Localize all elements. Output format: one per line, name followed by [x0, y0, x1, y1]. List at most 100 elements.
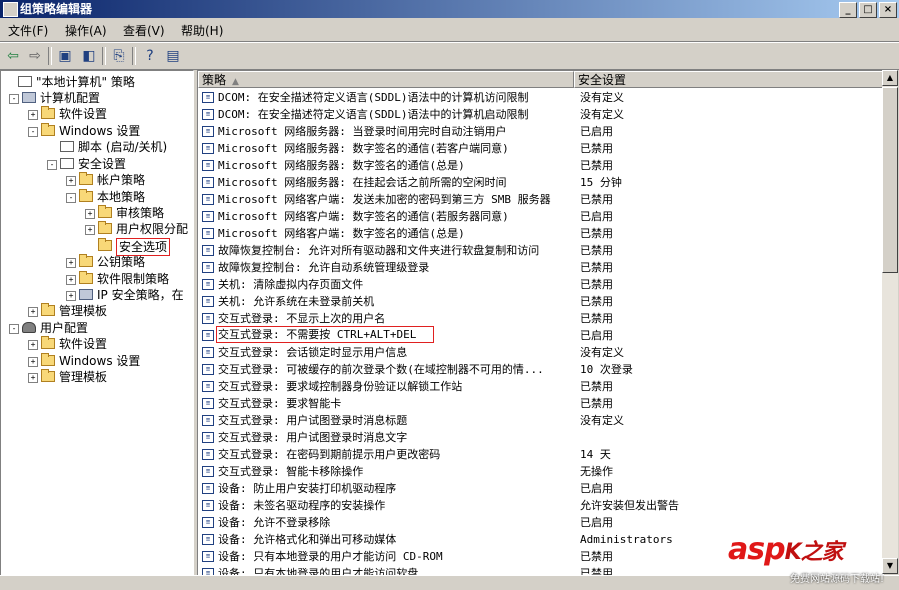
- policy-name: 设备: 允许格式化和弹出可移动媒体: [218, 533, 397, 546]
- policy-row[interactable]: ≡ 交互式登录: 不显示上次的用户名 已禁用: [198, 310, 883, 327]
- folder-icon: [41, 369, 55, 382]
- policy-row[interactable]: ≡ 设备: 允许不登录移除 已启用: [198, 514, 883, 531]
- policy-row[interactable]: ≡ Microsoft 网络客户端: 数字签名的通信(若服务器同意) 已启用: [198, 208, 883, 225]
- close-button[interactable]: ×: [879, 2, 897, 18]
- policy-name: 交互式登录: 用户试图登录时消息文字: [218, 431, 408, 444]
- collapse-icon[interactable]: -: [66, 193, 76, 203]
- policy-row[interactable]: ≡ 交互式登录: 不需要按 CTRL+ALT+DEL 已启用: [198, 326, 883, 344]
- tree-pane[interactable]: "本地计算机" 策略 - 计算机配置 + 软件设置 - Windows 设置 脚本 (启动/关…: [0, 70, 194, 576]
- tree-item[interactable]: + Windows 设置: [1, 353, 191, 369]
- policy-row[interactable]: ≡ 交互式登录: 会话锁定时显示用户信息 没有定义: [198, 344, 883, 361]
- tree-item[interactable]: + 管理模板: [1, 369, 191, 385]
- collapse-icon[interactable]: -: [47, 160, 57, 170]
- scroll-thumb[interactable]: [882, 87, 898, 273]
- scroll-down-button[interactable]: ▼: [882, 558, 898, 574]
- column-setting-label: 安全设置: [578, 73, 627, 87]
- help-icon[interactable]: ?: [140, 46, 160, 66]
- tree-item[interactable]: - 本地策略: [1, 189, 191, 205]
- tree-item[interactable]: - Windows 设置: [1, 123, 191, 139]
- policy-item-icon: ≡: [202, 262, 214, 273]
- policy-row[interactable]: ≡ 故障恢复控制台: 允许自动系统管理级登录 已禁用: [198, 259, 883, 276]
- policy-row[interactable]: ≡ DCOM: 在安全描述符定义语言(SDDL)语法中的计算机启动限制 没有定义: [198, 106, 883, 123]
- expand-icon[interactable]: +: [66, 258, 76, 268]
- menu-view[interactable]: 查看(V): [123, 22, 165, 39]
- scroll-up-button[interactable]: ▲: [882, 70, 898, 86]
- policy-row[interactable]: ≡ 关机: 清除虚拟内存页面文件 已禁用: [198, 276, 883, 293]
- policy-name: 交互式登录: 用户试图登录时消息标题: [218, 414, 408, 427]
- column-header-setting[interactable]: 安全设置: [574, 71, 883, 88]
- tree-item[interactable]: + 审核策略: [1, 205, 191, 221]
- tree-item[interactable]: + 帐户策略: [1, 172, 191, 188]
- policy-item-icon: ≡: [202, 330, 214, 341]
- export-list-icon[interactable]: ⎘: [109, 46, 129, 66]
- show-hide-tree-icon[interactable]: ◧: [79, 46, 99, 66]
- minimize-button[interactable]: _: [839, 2, 857, 18]
- column-header-policy[interactable]: 策略 ▲: [198, 71, 574, 88]
- policy-row[interactable]: ≡ 交互式登录: 要求域控制器身份验证以解锁工作站 已禁用: [198, 378, 883, 395]
- folder-icon: [41, 123, 55, 136]
- tree-item-label: 帐户策略: [97, 173, 146, 187]
- expand-icon[interactable]: +: [66, 176, 76, 186]
- policy-row[interactable]: ≡ 故障恢复控制台: 允许对所有驱动器和文件夹进行软盘复制和访问 已禁用: [198, 242, 883, 259]
- tree-item-label: 软件设置: [59, 107, 108, 121]
- policy-row[interactable]: ≡ 交互式登录: 用户试图登录时消息文字: [198, 429, 883, 446]
- expand-icon[interactable]: +: [85, 209, 95, 219]
- expand-icon[interactable]: +: [28, 110, 38, 120]
- properties-icon[interactable]: ▤: [163, 46, 183, 66]
- expand-icon[interactable]: +: [28, 307, 38, 317]
- tree-item[interactable]: - 安全设置: [1, 156, 191, 172]
- menu-action[interactable]: 操作(A): [65, 22, 107, 39]
- forward-icon[interactable]: ⇨: [25, 46, 45, 66]
- expand-icon[interactable]: +: [28, 373, 38, 383]
- tree-item[interactable]: - 计算机配置: [1, 90, 191, 106]
- policy-item-icon: ≡: [202, 449, 214, 460]
- tree-item[interactable]: + IP 安全策略，在: [1, 287, 191, 303]
- tree-item[interactable]: 脚本 (启动/关机): [1, 139, 191, 155]
- policy-row[interactable]: ≡ DCOM: 在安全描述符定义语言(SDDL)语法中的计算机访问限制 没有定义: [198, 89, 883, 106]
- collapse-icon[interactable]: -: [9, 94, 19, 104]
- policy-row[interactable]: ≡ 设备: 未签名驱动程序的安装操作 允许安装但发出警告: [198, 497, 883, 514]
- collapse-icon[interactable]: -: [9, 324, 19, 334]
- policy-item-icon: ≡: [202, 500, 214, 511]
- expand-icon[interactable]: +: [28, 357, 38, 367]
- expand-icon[interactable]: +: [28, 340, 38, 350]
- expand-icon[interactable]: +: [85, 225, 95, 235]
- policy-row[interactable]: ≡ 交互式登录: 智能卡移除操作 无操作: [198, 463, 883, 480]
- policy-setting: 已禁用: [580, 227, 613, 240]
- tree-item[interactable]: "本地计算机" 策略: [1, 74, 191, 90]
- maximize-button[interactable]: □: [859, 2, 877, 18]
- tree-item[interactable]: + 软件设置: [1, 336, 191, 352]
- policy-row[interactable]: ≡ Microsoft 网络服务器: 当登录时间用完时自动注销用户 已启用: [198, 123, 883, 140]
- expand-icon[interactable]: +: [66, 275, 76, 285]
- collapse-icon[interactable]: -: [28, 127, 38, 137]
- tree-item[interactable]: - 用户配置: [1, 320, 191, 336]
- policy-list[interactable]: 策略 ▲ 安全设置 ≡ DCOM: 在安全描述符定义语言(SDDL)语法中的计算机访…: [197, 70, 884, 576]
- tree-item[interactable]: + 软件限制策略: [1, 271, 191, 287]
- policy-row[interactable]: ≡ 设备: 防止用户安装打印机驱动程序 已启用: [198, 480, 883, 497]
- tree-item[interactable]: + 软件设置: [1, 106, 191, 122]
- tree-item[interactable]: + 管理模板: [1, 303, 191, 319]
- policy-row[interactable]: ≡ Microsoft 网络客户端: 发送未加密的密码到第三方 SMB 服务器 已禁…: [198, 191, 883, 208]
- back-icon[interactable]: ⇦: [3, 46, 23, 66]
- policy-row[interactable]: ≡ Microsoft 网络服务器: 数字签名的通信(总是) 已禁用: [198, 157, 883, 174]
- tree-item[interactable]: + 用户权限分配: [1, 221, 191, 237]
- tree-item[interactable]: 安全选项: [1, 238, 191, 256]
- tree-item[interactable]: + 公钥策略: [1, 254, 191, 270]
- policy-row[interactable]: ≡ Microsoft 网络服务器: 数字签名的通信(若客户端同意) 已禁用: [198, 140, 883, 157]
- policy-setting: 已禁用: [580, 295, 613, 308]
- menu-file[interactable]: 文件(F): [8, 22, 48, 39]
- policy-row[interactable]: ≡ Microsoft 网络服务器: 在挂起会话之前所需的空闲时间 15 分钟: [198, 174, 883, 191]
- policy-row[interactable]: ≡ 交互式登录: 要求智能卡 已禁用: [198, 395, 883, 412]
- policy-row[interactable]: ≡ 关机: 允许系统在未登录前关机 已禁用: [198, 293, 883, 310]
- policy-row[interactable]: ≡ Microsoft 网络客户端: 数字签名的通信(总是) 已禁用: [198, 225, 883, 242]
- tree-item-label: 用户权限分配: [116, 222, 189, 236]
- policy-row[interactable]: ≡ 交互式登录: 用户试图登录时消息标题 没有定义: [198, 412, 883, 429]
- menu-help[interactable]: 帮助(H): [181, 22, 223, 39]
- up-folder-icon[interactable]: ▣: [55, 46, 75, 66]
- vertical-scrollbar[interactable]: ▲ ▼: [882, 70, 898, 574]
- policy-row[interactable]: ≡ 交互式登录: 可被缓存的前次登录个数(在域控制器不可用的情... 10 次登录: [198, 361, 883, 378]
- policy-item-icon: ≡: [202, 551, 214, 562]
- expand-icon[interactable]: +: [66, 291, 76, 301]
- policy-icon: [60, 158, 74, 169]
- policy-row[interactable]: ≡ 交互式登录: 在密码到期前提示用户更改密码 14 天: [198, 446, 883, 463]
